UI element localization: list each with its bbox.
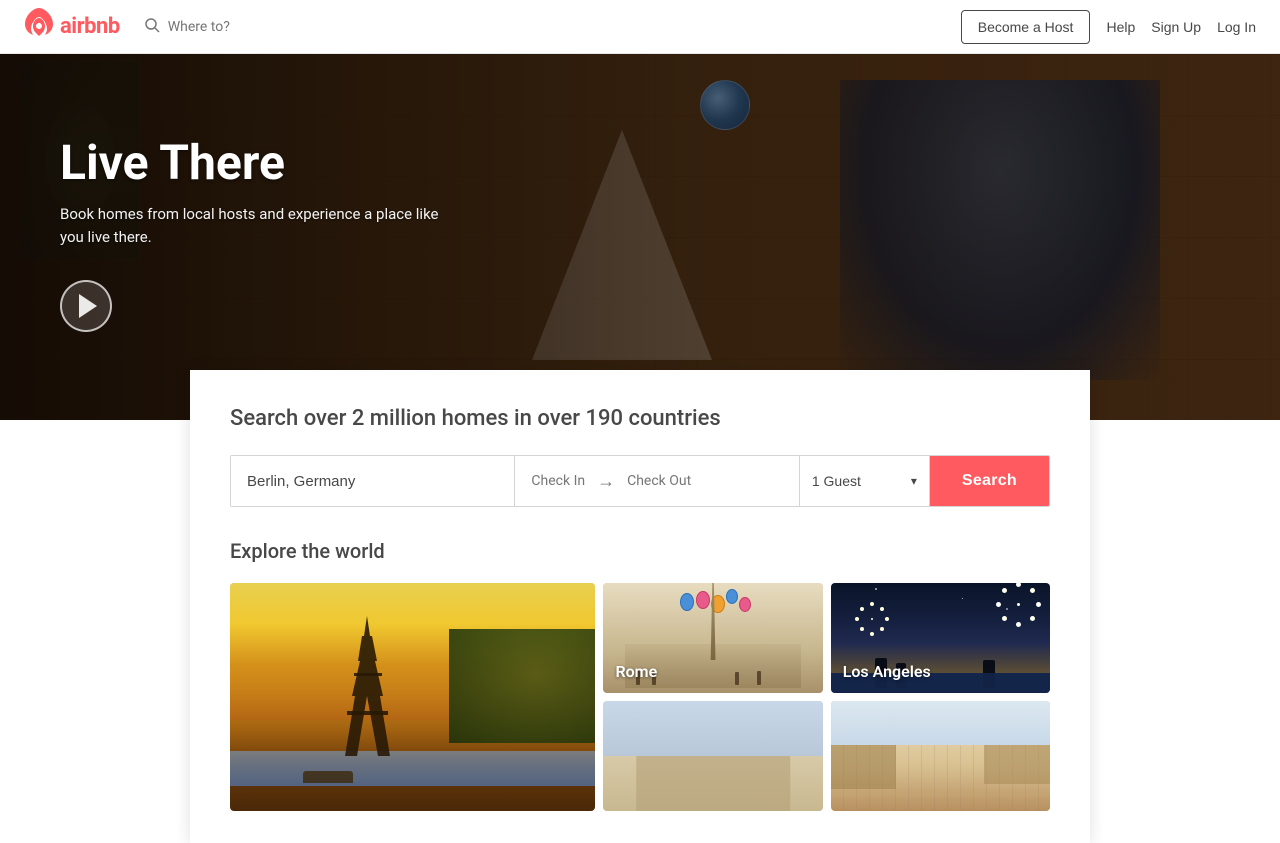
hero-title: Live There	[60, 134, 440, 191]
location-input[interactable]	[231, 456, 515, 506]
search-heading: Search over 2 million homes in over 190 …	[230, 406, 1050, 431]
guests-selector[interactable]: 1 Guest 2 Guests 3 Guests 4 Guests 5+ Gu…	[800, 456, 930, 506]
checkout-label: Check Out	[627, 473, 691, 489]
navbar-search-text: Where to?	[168, 19, 230, 35]
destination-card-city2[interactable]	[603, 701, 822, 811]
destination-card-city3[interactable]	[831, 701, 1050, 811]
navbar-right: Become a Host Help Sign Up Log In	[961, 10, 1256, 44]
play-button[interactable]	[60, 280, 112, 332]
hero-subtitle: Book homes from local hosts and experien…	[60, 203, 440, 248]
main-search-card: Search over 2 million homes in over 190 …	[190, 370, 1090, 843]
help-link[interactable]: Help	[1106, 19, 1135, 35]
checkin-label: Check In	[531, 473, 585, 489]
navbar-search[interactable]: Where to?	[144, 17, 961, 37]
login-link[interactable]: Log In	[1217, 19, 1256, 35]
become-host-button[interactable]: Become a Host	[961, 10, 1091, 44]
navbar-search-icon	[144, 17, 160, 37]
destination-card-rome[interactable]: Rome	[603, 583, 822, 693]
navbar: airbnb Where to? Become a Host Help Sign…	[0, 0, 1280, 54]
date-range-picker[interactable]: Check In → Check Out	[515, 456, 799, 506]
play-icon	[79, 294, 97, 318]
search-button[interactable]: Search	[930, 456, 1049, 506]
hero-content: Live There Book homes from local hosts a…	[0, 54, 440, 332]
airbnb-logo-icon	[24, 8, 54, 45]
airbnb-wordmark: airbnb	[60, 14, 120, 39]
search-bar: Check In → Check Out 1 Guest 2 Guests 3 …	[230, 455, 1050, 507]
explore-heading: Explore the world	[230, 539, 1050, 563]
destination-card-la[interactable]: Los Angeles	[831, 583, 1050, 693]
la-label: Los Angeles	[843, 662, 931, 681]
paris-bg	[230, 583, 595, 811]
rome-label: Rome	[615, 662, 657, 681]
explore-grid: Rome	[230, 583, 1050, 811]
date-arrow-icon: →	[597, 471, 615, 492]
signup-link[interactable]: Sign Up	[1151, 19, 1201, 35]
hero-section: Live There Book homes from local hosts a…	[0, 0, 1280, 420]
guests-caret-icon: ▾	[911, 474, 917, 488]
destination-card-paris[interactable]	[230, 583, 595, 811]
guests-select[interactable]: 1 Guest 2 Guests 3 Guests 4 Guests 5+ Gu…	[812, 473, 903, 489]
logo[interactable]: airbnb	[24, 8, 120, 45]
